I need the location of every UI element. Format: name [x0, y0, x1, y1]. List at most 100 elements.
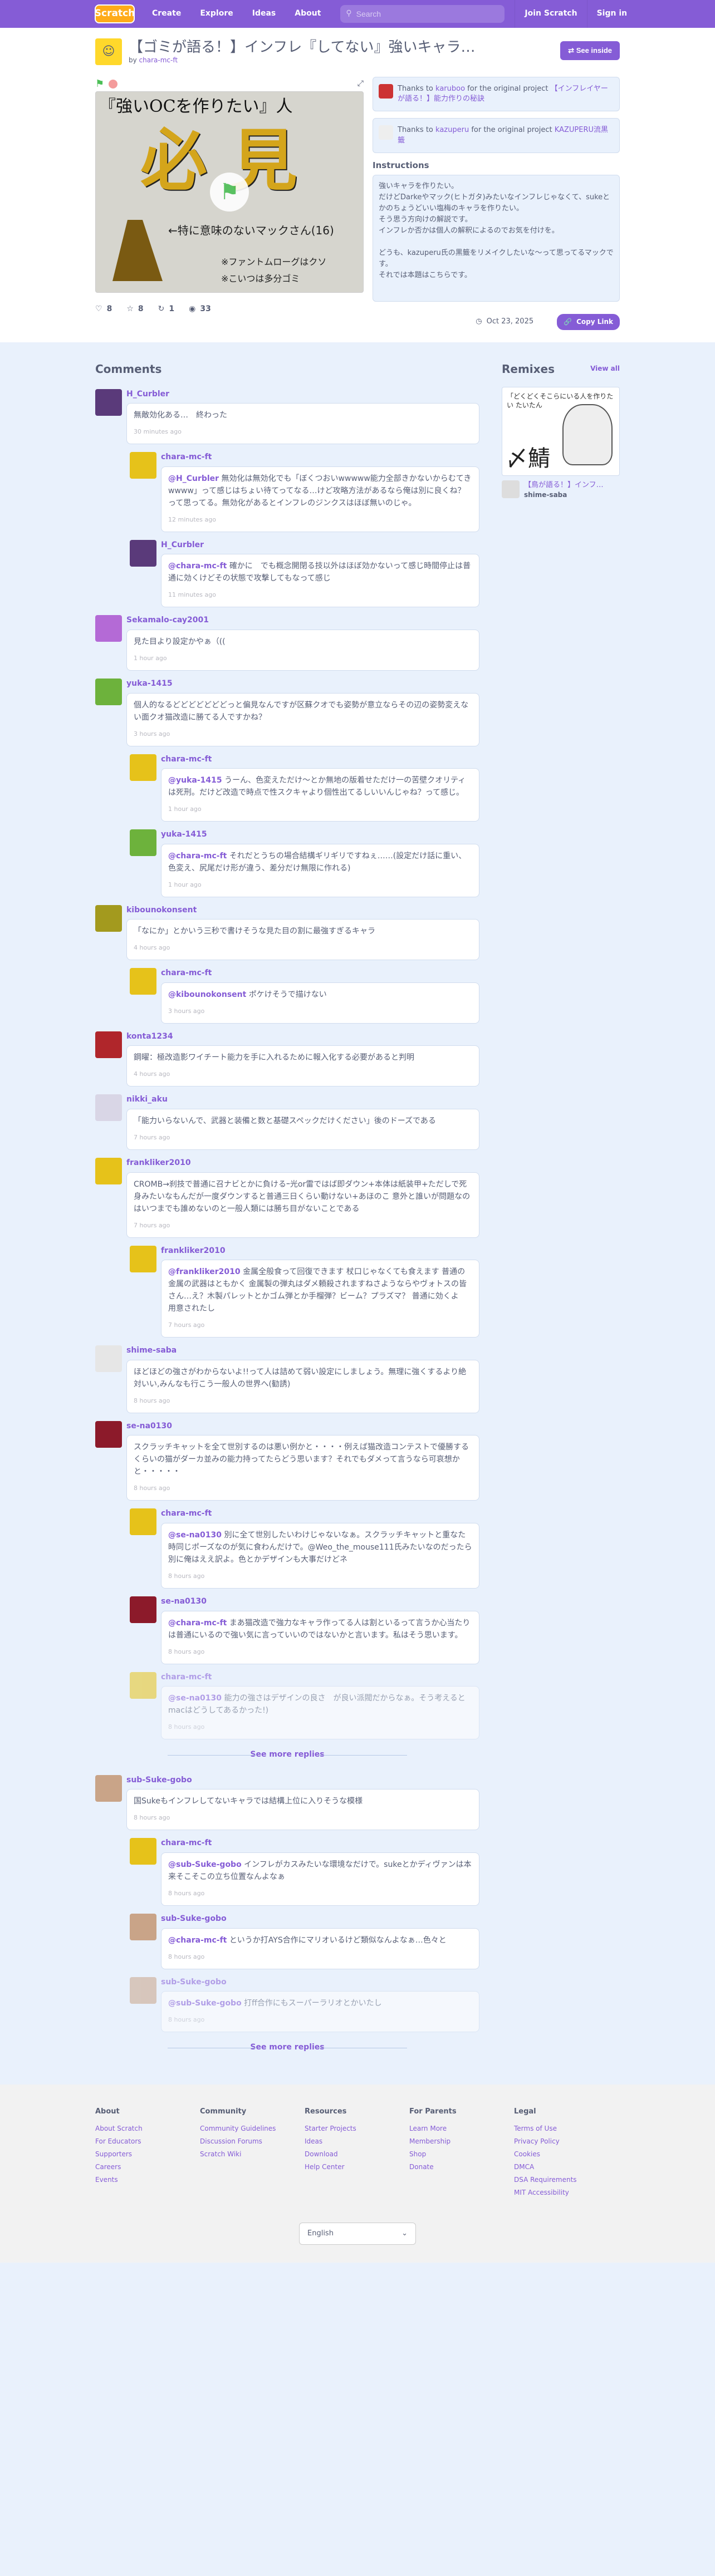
comment-username[interactable]: frankliker2010 [161, 1246, 479, 1257]
footer-link[interactable]: Terms of Use [514, 2122, 619, 2135]
footer-link[interactable]: Community Guidelines [200, 2122, 305, 2135]
user-avatar[interactable] [95, 389, 122, 416]
comment-username[interactable]: H_Curbler [126, 389, 479, 400]
remix-card[interactable]: 「どくどくそこらにいる人を作りたい たいたん 〆鯖 【鳥が語る！】インフ… shi… [502, 386, 620, 500]
comment-username[interactable]: chara-mc-ft [161, 1508, 479, 1520]
user-avatar[interactable] [130, 452, 156, 479]
user-avatar[interactable] [95, 615, 122, 642]
user-avatar[interactable] [130, 1914, 156, 1941]
user-avatar[interactable] [130, 1838, 156, 1865]
footer-link[interactable]: Privacy Policy [514, 2135, 619, 2148]
see-more-replies-link[interactable]: See more replies [95, 1749, 479, 1761]
nav-explore[interactable]: Explore [190, 0, 242, 28]
footer-link[interactable]: Scratch Wiki [200, 2148, 305, 2161]
comment-mention[interactable]: @chara-mc-ft [168, 562, 227, 571]
join-scratch-link[interactable]: Join Scratch [515, 0, 586, 28]
footer-link[interactable]: Ideas [305, 2135, 409, 2148]
footer-link[interactable]: Download [305, 2148, 409, 2161]
comment-mention[interactable]: @chara-mc-ft [168, 852, 227, 861]
nav-ideas[interactable]: Ideas [243, 0, 286, 28]
user-avatar[interactable] [130, 1977, 156, 2004]
user-avatar[interactable] [95, 1345, 122, 1373]
comment-mention[interactable]: @se-na0130 [168, 1531, 222, 1540]
comment-username[interactable]: H_Curbler [161, 540, 479, 551]
user-avatar[interactable] [130, 1672, 156, 1699]
footer-link[interactable]: Discussion Forums [200, 2135, 305, 2148]
comment-username[interactable]: se-na0130 [161, 1596, 479, 1607]
search-input[interactable] [356, 9, 490, 18]
nav-about[interactable]: About [285, 0, 330, 28]
comment-username[interactable]: nikki_aku [126, 1094, 479, 1105]
comment-mention[interactable]: @sub-Suke-gobo [168, 1999, 242, 2008]
footer-link[interactable]: DSA Requirements [514, 2174, 619, 2186]
footer-link[interactable]: Cookies [514, 2148, 619, 2161]
green-flag-overlay-icon[interactable]: ⚑ [210, 173, 249, 212]
footer-link[interactable]: Careers [95, 2161, 200, 2174]
user-avatar[interactable] [130, 1508, 156, 1536]
footer-link[interactable]: About Scratch [95, 2122, 200, 2135]
user-avatar[interactable] [95, 678, 122, 705]
stop-icon[interactable] [109, 80, 118, 89]
comment-username[interactable]: sub-Suke-gobo [126, 1775, 479, 1786]
comment-mention[interactable]: @chara-mc-ft [168, 1619, 227, 1628]
user-avatar[interactable] [95, 1094, 122, 1122]
comment-username[interactable]: yuka-1415 [161, 829, 479, 840]
scratch-logo[interactable]: Scratch [95, 4, 135, 23]
comment-username[interactable]: yuka-1415 [126, 679, 479, 690]
sign-in-link[interactable]: Sign in [586, 0, 637, 28]
comment-username[interactable]: shime-saba [126, 1345, 479, 1356]
comment-mention[interactable]: @yuka-1415 [168, 776, 222, 785]
credit-user-link[interactable]: karuboo [435, 85, 465, 93]
remix-thumbnail[interactable]: 「どくどくそこらにいる人を作りたい たいたん 〆鯖 [502, 386, 620, 476]
remix-author[interactable]: shime-saba [524, 490, 604, 500]
footer-link[interactable]: Supporters [95, 2148, 200, 2161]
comment-mention[interactable]: @frankliker2010 [168, 1267, 241, 1276]
author-link[interactable]: chara-mc-ft [139, 56, 178, 64]
comment-mention[interactable]: @chara-mc-ft [168, 1936, 227, 1945]
green-flag-icon[interactable]: ⚑ [95, 77, 104, 91]
remix-title-link[interactable]: 【鳥が語る！】インフ… [524, 481, 604, 489]
comment-username[interactable]: chara-mc-ft [161, 452, 479, 463]
author-avatar[interactable]: ☺ [95, 38, 122, 65]
footer-link[interactable]: Starter Projects [305, 2122, 409, 2135]
user-avatar[interactable] [130, 968, 156, 995]
user-avatar[interactable] [95, 1158, 122, 1185]
remix-author-avatar[interactable] [502, 480, 520, 498]
user-avatar[interactable] [130, 539, 156, 567]
footer-link[interactable]: Help Center [305, 2161, 409, 2174]
comment-username[interactable]: se-na0130 [126, 1421, 479, 1432]
user-avatar[interactable] [130, 754, 156, 781]
project-stage[interactable]: 『強いOCを作りたい』人 必 見 ⚑ ←特に意味のないマックさん(16) ※ファ… [95, 91, 364, 293]
see-more-replies-link[interactable]: See more replies [95, 2042, 479, 2053]
fullscreen-icon[interactable]: ⤢ [358, 78, 364, 90]
footer-link[interactable]: Events [95, 2174, 200, 2186]
copy-link-button[interactable]: 🔗 Copy Link [557, 313, 620, 330]
comment-username[interactable]: sub-Suke-gobo [161, 1914, 479, 1925]
language-select[interactable]: English ⌄ [299, 2222, 416, 2245]
see-inside-button[interactable]: ⇄ See inside [560, 41, 620, 60]
user-avatar[interactable] [130, 1245, 156, 1272]
comment-mention[interactable]: @se-na0130 [168, 1694, 222, 1703]
footer-link[interactable]: Learn More [409, 2122, 514, 2135]
footer-link[interactable]: Membership [409, 2135, 514, 2148]
user-avatar[interactable] [130, 829, 156, 857]
footer-link[interactable]: MIT Accessibility [514, 2186, 619, 2199]
comment-mention[interactable]: @kibounokonsent [168, 990, 246, 999]
comment-username[interactable]: sub-Suke-gobo [161, 1977, 479, 1988]
instructions-text[interactable]: 強いキャラを作りたい。 だけどDarkeやマック(ヒトガタ)みたいなインフレじゃ… [373, 174, 620, 302]
favorite-stat[interactable]: ☆ 8 [126, 304, 143, 315]
footer-link[interactable]: For Educators [95, 2135, 200, 2148]
comment-username[interactable]: konta1234 [126, 1031, 479, 1043]
user-avatar[interactable] [95, 904, 122, 932]
comment-username[interactable]: frankliker2010 [126, 1158, 479, 1169]
user-avatar[interactable] [95, 1420, 122, 1448]
comment-username[interactable]: Sekamalo-cay2001 [126, 615, 479, 626]
view-all-link[interactable]: View all [590, 364, 620, 373]
user-avatar[interactable] [95, 1031, 122, 1058]
comment-username[interactable]: chara-mc-ft [161, 754, 479, 765]
comment-username[interactable]: chara-mc-ft [161, 1672, 479, 1683]
footer-link[interactable]: Donate [409, 2161, 514, 2174]
comment-mention[interactable]: @sub-Suke-gobo [168, 1860, 242, 1869]
comment-mention[interactable]: @H_Curbler [168, 474, 219, 483]
nav-create[interactable]: Create [143, 0, 190, 28]
